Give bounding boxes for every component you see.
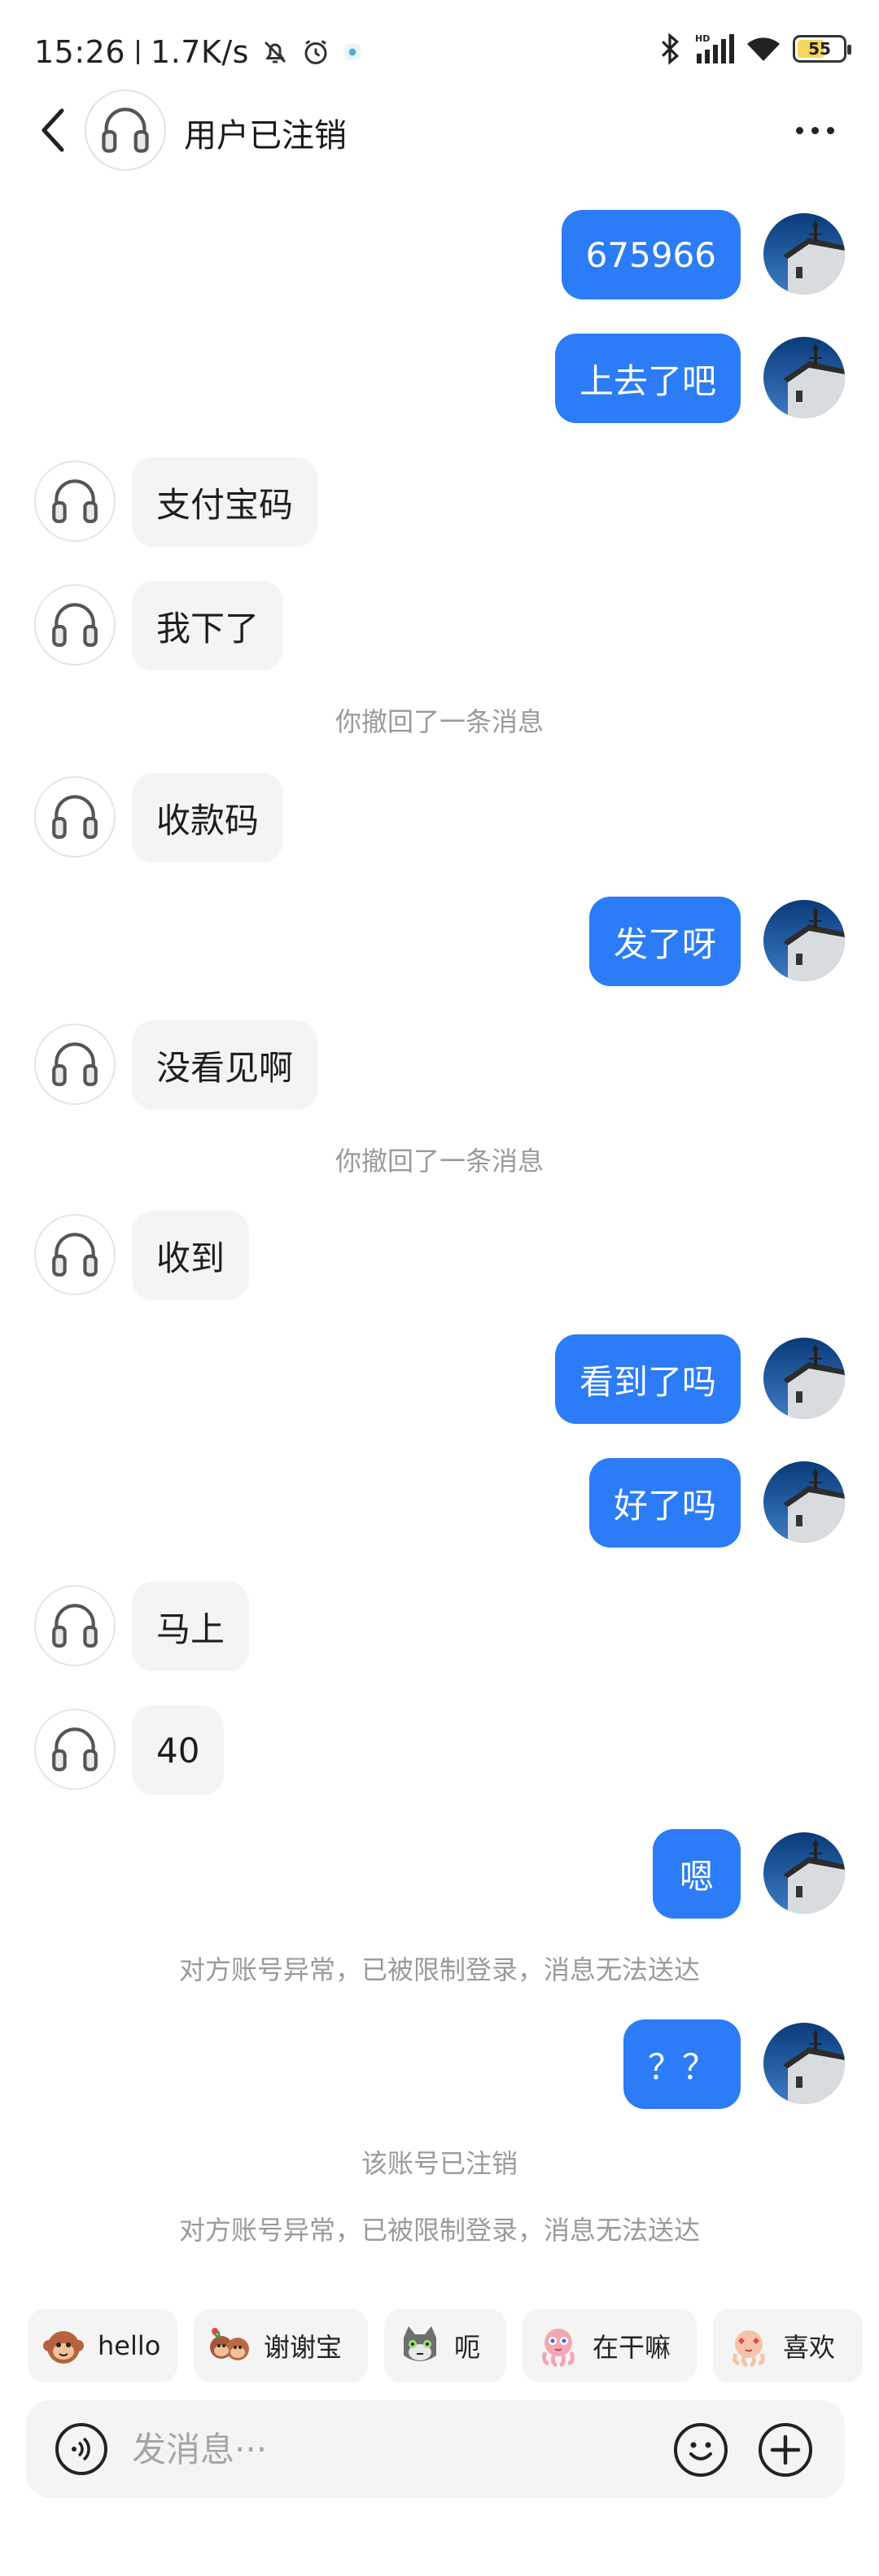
message-bubble[interactable]: 马上 <box>132 1582 250 1671</box>
message-bubble[interactable]: 上去了吧 <box>554 334 741 423</box>
contact-avatar[interactable] <box>34 1214 116 1295</box>
emoji-button[interactable] <box>674 2423 728 2477</box>
more-actions-button[interactable] <box>759 2423 812 2477</box>
profile-photo-icon <box>763 900 845 981</box>
outgoing-message: 嗯 <box>0 1829 879 1919</box>
quick-emoji-label: 谢谢宝 <box>264 2332 343 2363</box>
contact-avatar[interactable] <box>34 776 116 858</box>
contact-avatar[interactable] <box>34 1024 116 1105</box>
message-bubble[interactable]: 看到了吗 <box>554 1334 741 1424</box>
system-notice: 对方账号异常，已被限制登录，消息无法送达 <box>178 2215 700 2246</box>
profile-photo-icon <box>763 2023 845 2104</box>
system-notice: 你撤回了一条消息 <box>335 1146 544 1177</box>
incoming-message: 收款码 <box>0 773 879 862</box>
headphones-icon <box>52 1233 98 1277</box>
my-avatar[interactable] <box>763 1832 845 1914</box>
outgoing-message: 看到了吗 <box>0 1334 879 1424</box>
my-avatar[interactable] <box>763 213 845 295</box>
outgoing-message: 上去了吧 <box>0 334 879 423</box>
profile-photo-icon <box>763 1461 845 1543</box>
voice-wave-icon <box>72 2437 90 2461</box>
quick-emoji-label: 在干嘛 <box>593 2332 671 2363</box>
message-bubble[interactable]: 好了吗 <box>588 1458 741 1548</box>
outgoing-message: 675966 <box>0 210 879 299</box>
incoming-message: 马上 <box>0 1582 879 1671</box>
smiley-icon <box>689 2442 712 2460</box>
quick-emoji-what-doing[interactable]: 在干嘛 <box>523 2309 697 2382</box>
incoming-message: 收到 <box>0 1211 879 1300</box>
message-bubble[interactable]: 没看见啊 <box>132 1020 318 1110</box>
message-list[interactable]: 675966 上去了吧 支付宝码 我下了 你撤回了一条消息 收款码 发了呀 没看见啊 你撤回了一… <box>0 0 879 2576</box>
quick-emoji-label: hello <box>98 2330 161 2361</box>
system-notice: 对方账号异常，已被限制登录，消息无法送达 <box>178 1954 700 1985</box>
headphones-icon <box>52 1727 98 1771</box>
octopus-love-emoji-icon <box>732 2330 765 2368</box>
message-bubble[interactable]: 40 <box>132 1705 225 1795</box>
quick-emoji-bar: hello 谢谢宝 呃 在干嘛 喜欢 <box>0 2309 879 2384</box>
headphones-icon <box>52 1604 98 1648</box>
system-notice: 该账号已注销 <box>361 2148 518 2179</box>
incoming-message: 我下了 <box>0 581 879 670</box>
monkeys-thanks-emoji-icon <box>210 2328 249 2360</box>
quick-emoji-thanks[interactable]: 谢谢宝 <box>194 2309 368 2382</box>
contact-avatar[interactable] <box>34 1585 116 1666</box>
contact-avatar[interactable] <box>34 1709 116 1790</box>
plus-icon <box>770 2434 801 2465</box>
message-bubble[interactable]: 675966 <box>561 210 741 299</box>
battery-percent: 55 <box>808 39 831 59</box>
message-input-bar <box>26 2400 845 2498</box>
my-avatar[interactable] <box>763 337 845 418</box>
message-input[interactable] <box>132 2425 620 2473</box>
profile-photo-icon <box>763 213 845 295</box>
quick-emoji-label: 喜欢 <box>783 2332 836 2363</box>
my-avatar[interactable] <box>763 1461 845 1543</box>
cat-emoji-icon <box>404 2326 436 2361</box>
incoming-message: 支付宝码 <box>0 457 879 547</box>
outgoing-message: ？？ <box>0 2019 879 2109</box>
profile-photo-icon <box>763 337 845 418</box>
message-bubble[interactable]: 嗯 <box>653 1829 741 1919</box>
headphones-icon <box>52 603 98 647</box>
quick-emoji-uh[interactable]: 呃 <box>384 2309 506 2382</box>
message-bubble[interactable]: 收款码 <box>132 773 284 862</box>
quick-emoji-label: 呃 <box>454 2332 481 2363</box>
system-notice: 你撤回了一条消息 <box>335 706 544 737</box>
message-bubble[interactable]: ？？ <box>623 2019 741 2109</box>
my-avatar[interactable] <box>763 2023 845 2104</box>
quick-emoji-like[interactable]: 喜欢 <box>713 2309 863 2382</box>
headphones-icon <box>52 479 98 523</box>
headphones-icon <box>52 795 98 839</box>
profile-photo-icon <box>763 1338 845 1419</box>
contact-avatar[interactable] <box>34 461 116 542</box>
message-bubble[interactable]: 支付宝码 <box>132 457 318 547</box>
outgoing-message: 好了吗 <box>0 1458 879 1548</box>
message-bubble[interactable]: 发了呀 <box>588 897 741 986</box>
message-bubble[interactable]: 收到 <box>132 1211 250 1300</box>
octopus-emoji-icon <box>542 2329 575 2368</box>
headphones-icon <box>52 1042 98 1086</box>
my-avatar[interactable] <box>763 1338 845 1419</box>
my-avatar[interactable] <box>763 900 845 981</box>
voice-input-button[interactable] <box>55 2423 107 2475</box>
profile-photo-icon <box>763 1832 845 1914</box>
monkey-hello-emoji-icon <box>43 2331 84 2364</box>
quick-emoji-hello[interactable]: hello <box>28 2309 177 2382</box>
incoming-message: 没看见啊 <box>0 1020 879 1110</box>
outgoing-message: 发了呀 <box>0 897 879 986</box>
contact-avatar[interactable] <box>34 584 116 666</box>
message-bubble[interactable]: 我下了 <box>132 581 284 670</box>
incoming-message: 40 <box>0 1705 879 1795</box>
